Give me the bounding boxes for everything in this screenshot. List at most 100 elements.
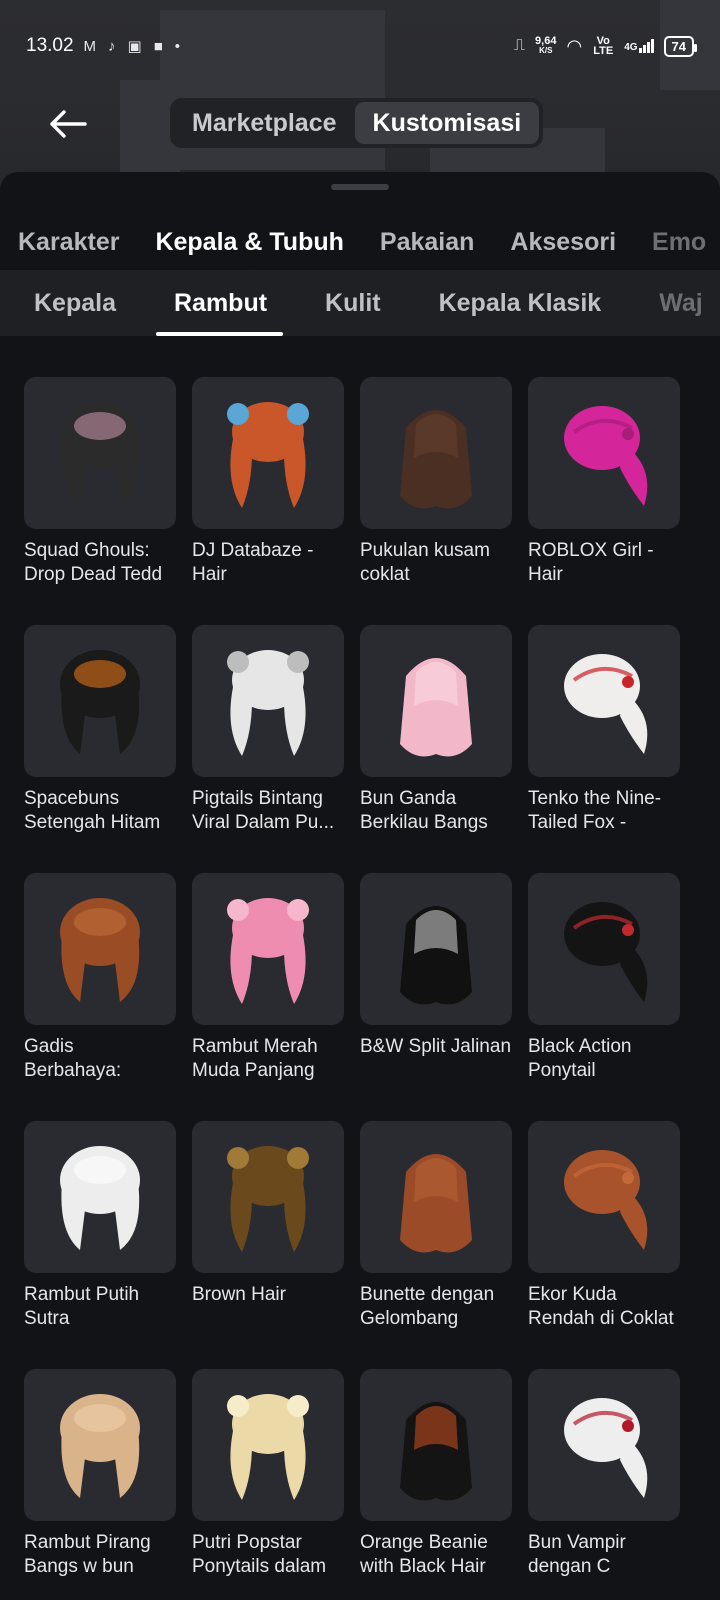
subtab-kepala-klasik[interactable]: Kepala Klasik <box>439 270 602 336</box>
hair-preview-image <box>400 410 472 509</box>
hair-item-card[interactable]: Rambut Putih Sutra <box>24 1121 176 1349</box>
hair-preview-image <box>564 902 648 1002</box>
hair-item-name: Pigtails Bintang Viral Dalam Pu... <box>192 788 335 833</box>
subcategory-tabs: Kepala Rambut Kulit Kepala Klasik Waj <box>0 270 720 336</box>
tiktok-icon: ♪ <box>108 37 116 55</box>
battery-indicator: 74 <box>663 35 698 57</box>
hair-thumbnail[interactable] <box>192 873 344 1025</box>
hair-item-card[interactable]: Spacebuns Setengah Hitam <box>24 625 176 853</box>
hair-item-card[interactable]: Bun Vampir dengan C <box>528 1369 680 1597</box>
hair-preview-image <box>227 1394 309 1500</box>
segment-kustomisasi[interactable]: Kustomisasi <box>354 102 540 144</box>
hair-thumbnail[interactable] <box>24 625 176 777</box>
hair-item-card[interactable]: Squad Ghouls: Drop Dead Tedd <box>24 377 176 605</box>
tab-aksesori[interactable]: Aksesori <box>510 228 616 257</box>
hair-thumbnail[interactable] <box>192 377 344 529</box>
hair-item-card[interactable]: Tenko the Nine-Tailed Fox - <box>528 625 680 853</box>
hair-item-card[interactable]: Putri Popstar Ponytails dalam <box>192 1369 344 1597</box>
tab-emote[interactable]: Emo <box>652 228 706 257</box>
back-button[interactable] <box>44 100 92 148</box>
hair-item-name: ROBLOX Girl - Hair <box>528 540 654 585</box>
hair-item-card[interactable]: B&W Split Jalinan <box>360 873 512 1101</box>
hair-preview-image <box>60 898 140 1002</box>
vibrate-icon: ⎍ <box>513 37 526 54</box>
hair-thumbnail[interactable] <box>24 873 176 1025</box>
hair-preview-image <box>227 1146 309 1252</box>
hair-item-card[interactable]: DJ Databaze - Hair <box>192 377 344 605</box>
hair-preview-image <box>60 650 140 754</box>
hair-item-name: Rambut Merah Muda Panjang <box>192 1036 318 1081</box>
hair-preview-image <box>227 898 309 1004</box>
drag-handle[interactable] <box>331 184 389 190</box>
hair-thumbnail[interactable] <box>528 377 680 529</box>
hair-preview-image <box>60 1394 140 1498</box>
hair-preview-image <box>564 654 648 754</box>
dot-icon: • <box>174 37 181 55</box>
hair-thumbnail[interactable] <box>528 625 680 777</box>
hair-preview-image <box>400 658 472 757</box>
hair-item-card[interactable]: Rambut Pirang Bangs w bun <box>24 1369 176 1597</box>
segment-marketplace[interactable]: Marketplace <box>174 102 355 144</box>
hair-item-name: Rambut Putih Sutra <box>24 1284 140 1329</box>
hair-preview-image <box>564 1398 648 1498</box>
hair-item-card[interactable]: ROBLOX Girl - Hair <box>528 377 680 605</box>
hair-item-name: Brown Hair <box>192 1284 286 1305</box>
hair-item-card[interactable]: Orange Beanie with Black Hair <box>360 1369 512 1597</box>
hair-thumbnail[interactable] <box>360 625 512 777</box>
hair-thumbnail[interactable] <box>192 1121 344 1273</box>
hair-preview-image <box>60 1146 140 1250</box>
volte-indicator: Vo LTE <box>593 35 614 57</box>
hair-thumbnail[interactable] <box>192 625 344 777</box>
hair-item-name: Bun Vampir dengan C <box>528 1532 626 1577</box>
hair-item-name: Tenko the Nine-Tailed Fox - <box>528 788 662 833</box>
hair-item-grid: Squad Ghouls: Drop Dead Tedd DJ Databaze … <box>24 377 696 1597</box>
hair-item-card[interactable]: Ekor Kuda Rendah di Coklat <box>528 1121 680 1349</box>
hair-item-card[interactable]: Gadis Berbahaya: Coklat <box>24 873 176 1101</box>
hair-item-name: Putri Popstar Ponytails dalam <box>192 1532 327 1577</box>
tab-kepala-tubuh[interactable]: Kepala & Tubuh <box>155 228 344 272</box>
hair-thumbnail[interactable] <box>360 873 512 1025</box>
marketplace-kustomisasi-switch: Marketplace Kustomisasi <box>170 98 544 148</box>
category-tabs: Karakter Kepala & Tubuh Pakaian Aksesori… <box>0 212 720 272</box>
hair-thumbnail[interactable] <box>24 1121 176 1273</box>
hair-thumbnail[interactable] <box>192 1369 344 1521</box>
hair-item-card[interactable]: Pigtails Bintang Viral Dalam Pu... <box>192 625 344 853</box>
subtab-rambut[interactable]: Rambut <box>155 270 284 336</box>
customize-sheet: Karakter Kepala & Tubuh Pakaian Aksesori… <box>0 172 720 1600</box>
tab-karakter[interactable]: Karakter <box>18 228 119 257</box>
hair-item-name: Gadis Berbahaya: Coklat <box>24 1036 122 1081</box>
hair-thumbnail[interactable] <box>528 1121 680 1273</box>
hair-item-card[interactable]: Black Action Ponytail <box>528 873 680 1101</box>
hair-item-card[interactable]: Brown Hair <box>192 1121 344 1349</box>
hair-item-name: Squad Ghouls: Drop Dead Tedd <box>24 540 163 585</box>
hair-preview-image <box>60 402 140 506</box>
hair-preview-image <box>564 406 648 506</box>
hair-preview-image <box>400 1154 472 1253</box>
hair-item-card[interactable]: Bun Ganda Berkilau Bangs <box>360 625 512 853</box>
hair-thumbnail[interactable] <box>24 1369 176 1521</box>
hair-thumbnail[interactable] <box>360 377 512 529</box>
hair-item-card[interactable]: Bunette dengan Gelombang <box>360 1121 512 1349</box>
hair-preview-image <box>227 402 309 508</box>
hair-thumbnail[interactable] <box>24 377 176 529</box>
subtab-wajah[interactable]: Waj <box>659 270 703 336</box>
hair-thumbnail[interactable] <box>528 873 680 1025</box>
tab-pakaian[interactable]: Pakaian <box>380 228 475 257</box>
arrow-left-icon <box>50 110 87 138</box>
subtab-kepala[interactable]: Kepala <box>34 270 116 336</box>
hair-preview-image <box>227 650 309 756</box>
hair-item-name: Bun Ganda Berkilau Bangs <box>360 788 488 833</box>
hair-thumbnail[interactable] <box>528 1369 680 1521</box>
network-speed: 9,64 K/S <box>535 35 557 56</box>
hair-item-name: Orange Beanie with Black Hair <box>360 1532 488 1577</box>
subtab-kulit[interactable]: Kulit <box>325 270 381 336</box>
hair-item-name: Ekor Kuda Rendah di Coklat <box>528 1284 674 1329</box>
app-icon: ▣ <box>127 38 142 55</box>
signal-icon: 4G <box>624 39 654 53</box>
hair-preview-image <box>400 906 472 1005</box>
hair-thumbnail[interactable] <box>360 1121 512 1273</box>
hair-item-card[interactable]: Rambut Merah Muda Panjang <box>192 873 344 1101</box>
hair-item-card[interactable]: Pukulan kusam coklat <box>360 377 512 605</box>
hair-thumbnail[interactable] <box>360 1369 512 1521</box>
clock: 13.02 <box>26 35 74 56</box>
